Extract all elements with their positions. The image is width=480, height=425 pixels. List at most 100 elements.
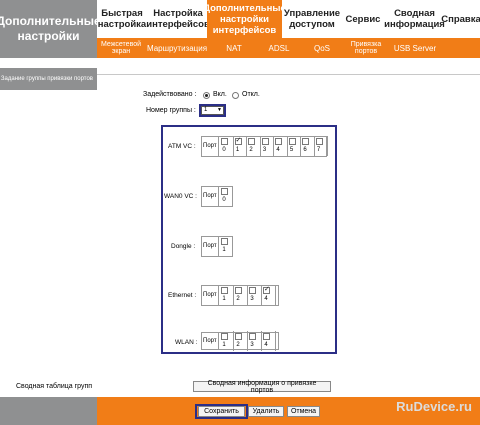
ethernet-port-3-checkbox[interactable]	[249, 287, 256, 294]
atm-port-6-checkbox[interactable]	[302, 138, 309, 145]
wlan-port-word: Порт	[203, 338, 217, 344]
ethernet-port-4-checkbox[interactable]	[263, 285, 270, 294]
wlan-port-1-number: 1	[222, 342, 226, 348]
atm-port-7-checkbox[interactable]	[315, 138, 323, 145]
grid-line	[261, 285, 262, 305]
section-title: Дополнительные настройки	[0, 0, 101, 58]
ethernet-port-1-number: 1	[222, 296, 226, 302]
grid-line	[232, 136, 234, 156]
footer-left	[0, 397, 97, 425]
atm-port-7-number: 7	[316, 147, 321, 153]
atm-port-0-checkbox[interactable]	[221, 138, 228, 145]
radio-enabled-on[interactable]	[203, 92, 210, 99]
grid-line	[247, 331, 248, 351]
grid-line	[313, 136, 315, 156]
atm-port-5-checkbox[interactable]	[288, 138, 296, 145]
save-button[interactable]: Сохранить	[198, 406, 245, 417]
atm-port-6-number: 6	[303, 147, 307, 153]
dongle-port-1-number: 1	[222, 247, 226, 253]
subtab-port-binding[interactable]: Привязка портов	[349, 40, 383, 56]
radio-enabled-off[interactable]	[232, 92, 239, 99]
atm-port-4-checkbox[interactable]	[275, 138, 282, 145]
delete-button[interactable]: Удалить	[248, 406, 284, 417]
group-number-value: 1	[204, 107, 208, 113]
ethernet-port-2-checkbox[interactable]	[235, 287, 242, 294]
atm-port-1-number: 1	[235, 147, 240, 153]
wan0-port-0-number: 0	[222, 197, 226, 203]
tab-interface-setup[interactable]: Настройка интерфейсов	[146, 2, 210, 36]
wan0-vc-label: WAN0 VC :	[164, 193, 197, 200]
radio-enabled-on-label: Вкл.	[213, 91, 227, 98]
wlan-port-4-number: 4	[264, 342, 268, 348]
grid-line	[233, 285, 234, 305]
port-binding-summary-button[interactable]: Сводная информация о привязке портов	[193, 380, 331, 394]
cancel-button[interactable]: Отмена	[287, 406, 320, 417]
grid-line	[275, 331, 276, 351]
atm-port-1-checkbox[interactable]	[234, 136, 242, 145]
sidebar-section-title: Задание группы привязки портов	[0, 68, 97, 90]
wlan-port-2-number: 2	[236, 342, 240, 348]
atm-port-5-number: 5	[289, 147, 294, 153]
wlan-port-4-checkbox[interactable]	[263, 333, 270, 340]
radio-enabled-off-label: Откл.	[242, 91, 260, 98]
atm-port-0-number: 0	[222, 147, 226, 153]
dongle-port-1-checkbox[interactable]	[221, 238, 228, 245]
grid-line	[232, 236, 233, 256]
tab-advanced-setup[interactable]: Дополнительные настройки интерфейсов	[203, 0, 286, 38]
main-nav: Быстрая настройка Настройка интерфейсов …	[97, 0, 480, 38]
chevron-down-icon: ▼	[217, 107, 222, 113]
ethernet-port-word: Порт	[203, 292, 217, 298]
subtab-adsl[interactable]: ADSL	[265, 40, 293, 56]
enabled-label: Задействовано :	[143, 91, 197, 98]
subtab-usb-server[interactable]: USB Server	[392, 40, 438, 56]
wlan-port-1-checkbox[interactable]	[221, 333, 228, 340]
group-number-label: Номер группы :	[146, 107, 196, 114]
atm-port-3-checkbox[interactable]	[261, 138, 269, 145]
atm-port-3-number: 3	[262, 147, 267, 153]
divider	[97, 74, 480, 75]
wlan-port-3-number: 3	[250, 342, 254, 348]
port-binding-box	[161, 125, 337, 354]
wlan-label: WLAN :	[175, 339, 198, 346]
ethernet-port-4-number: 4	[264, 296, 268, 302]
grid-line	[273, 136, 274, 156]
ethernet-port-1-checkbox[interactable]	[221, 287, 228, 294]
ethernet-port-3-number: 3	[250, 296, 254, 302]
grid-line	[286, 136, 288, 156]
grid-line	[261, 331, 262, 351]
subtab-routing[interactable]: Маршрутизация	[147, 40, 207, 56]
wan0-port-0-checkbox[interactable]	[221, 188, 228, 195]
grid-line	[275, 285, 276, 305]
dongle-port-word: Порт	[203, 243, 217, 249]
section-title-text: Дополнительные настройки	[0, 14, 101, 43]
atm-port-4-number: 4	[276, 147, 280, 153]
watermark: RuDevice.ru	[396, 399, 472, 414]
subtab-qos[interactable]: QoS	[310, 40, 334, 56]
group-number-select[interactable]: 1 ▼	[201, 106, 224, 115]
tab-access-management[interactable]: Управление доступом	[283, 2, 341, 36]
grid-line	[232, 186, 233, 206]
wan0-port-word: Порт	[203, 193, 217, 199]
subtab-firewall[interactable]: Межсетевой экран	[99, 40, 143, 56]
grid-line	[259, 136, 261, 156]
tab-quick-setup[interactable]: Быстрая настройка	[97, 2, 147, 36]
atm-port-2-checkbox[interactable]	[248, 138, 255, 145]
ethernet-label: Ethernet :	[168, 292, 197, 299]
grid-line	[247, 285, 248, 305]
sub-nav: Межсетевой экран Маршрутизация NAT ADSL …	[97, 38, 480, 58]
tab-summary-info[interactable]: Сводная информация	[384, 2, 445, 36]
atm-port-2-number: 2	[249, 147, 253, 153]
ethernet-port-2-number: 2	[236, 296, 240, 302]
grid-line	[327, 136, 328, 156]
tab-help[interactable]: Справка	[441, 2, 480, 36]
grid-line	[246, 136, 247, 156]
sidebar: Задание группы привязки портов	[0, 58, 97, 397]
wlan-port-3-checkbox[interactable]	[249, 333, 256, 340]
atm-vc-label: ATM VC :	[168, 143, 196, 150]
subtab-nat[interactable]: NAT	[223, 40, 245, 56]
wlan-port-2-checkbox[interactable]	[235, 333, 242, 340]
tab-service[interactable]: Сервис	[343, 2, 383, 36]
dongle-label: Dongle :	[171, 243, 196, 250]
sidebar-section-title-text: Задание группы привязки портов	[0, 75, 93, 82]
atm-port-word: Порт	[203, 143, 217, 149]
